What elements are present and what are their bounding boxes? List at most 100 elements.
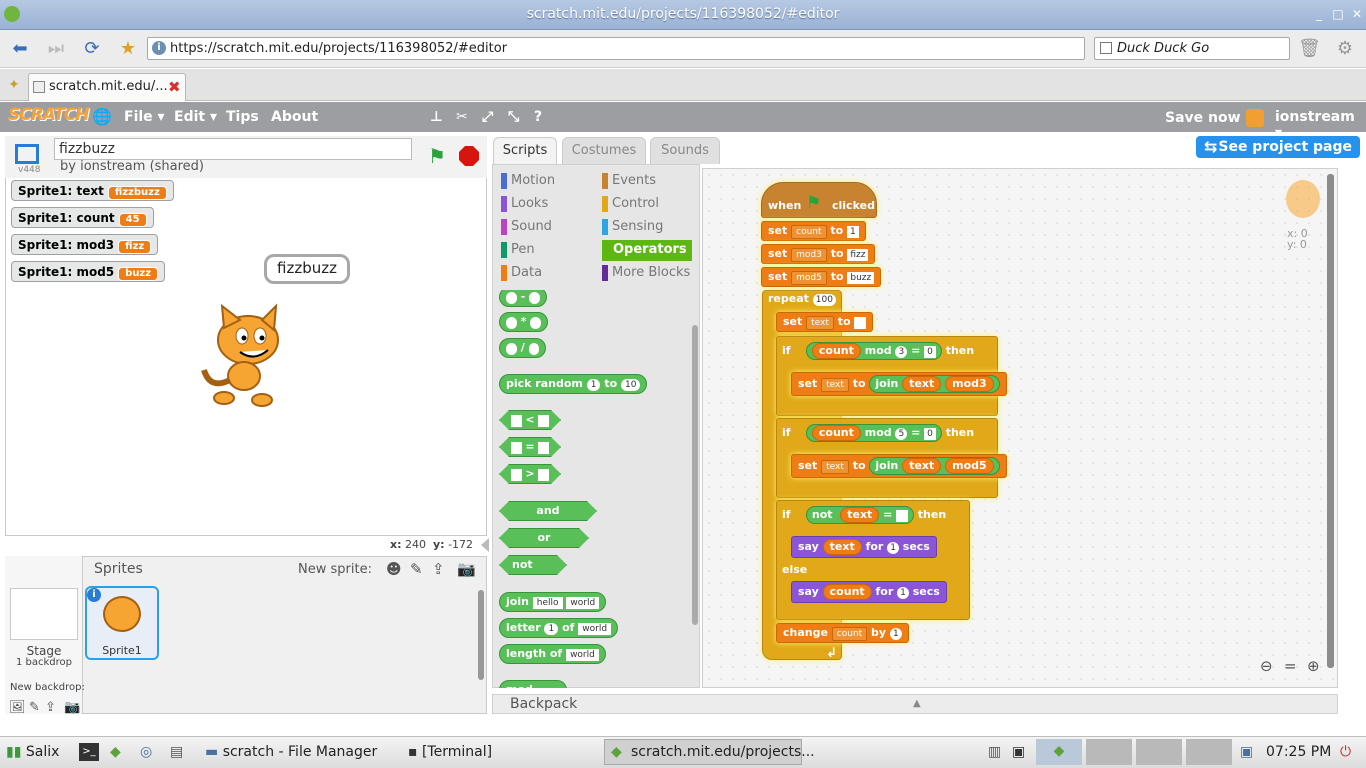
minimize-icon[interactable]: _ [1312,7,1326,21]
fullscreen-icon[interactable] [15,144,39,164]
block-equals[interactable]: = [499,437,561,457]
not-condition[interactable]: not text = [805,506,914,524]
reload-icon[interactable]: ⟳ [81,38,103,60]
grow-tool-icon[interactable]: ⤢ [482,109,493,125]
tab-costumes[interactable]: Costumes [562,137,646,164]
tab-bar-icon[interactable]: ✦ [8,77,20,93]
category-motion[interactable]: Motion [501,171,555,191]
shrink-tool-icon[interactable]: ⤡ [508,109,519,125]
duplicate-tool-icon[interactable]: ⊥ [430,109,443,125]
block-multiply[interactable]: * [499,312,549,332]
block-letter-of[interactable]: letter 1 of world [499,618,619,638]
menu-file[interactable]: File ▾ [124,109,165,125]
browser-tab[interactable]: scratch.mit.edu/... ✖ [28,73,186,101]
menu-about[interactable]: About [271,109,318,125]
taskbar-terminal[interactable]: ▪ [Terminal] [408,740,492,764]
slot[interactable] [538,415,549,427]
block-divide[interactable]: / [499,338,547,358]
say-count-block[interactable]: say count for 1 secs [791,581,947,603]
sprite-thumbnail-sprite1[interactable]: i Sprite1 [85,586,159,660]
clock[interactable]: 07:25 PM [1266,740,1331,764]
script-area-scrollbar[interactable] [1327,174,1334,668]
mod-value[interactable]: 5 [895,428,908,440]
var-dropdown[interactable]: text [821,378,849,392]
slot[interactable] [530,317,542,329]
workspace-1[interactable] [1086,739,1132,765]
zoom-out-icon[interactable]: ⊖ [1260,657,1273,675]
change-count-block[interactable]: change count by 1 [776,623,909,643]
slot[interactable]: 1 [586,379,601,391]
category-looks[interactable]: Looks [501,194,548,214]
tab-close-icon[interactable]: ✖ [168,78,181,96]
browser-launcher-icon[interactable]: ◆ [110,740,121,764]
block-join[interactable]: join hello world [499,592,607,612]
category-operators[interactable]: Operators [602,240,692,261]
category-sensing[interactable]: Sensing [602,217,663,237]
category-pen[interactable]: Pen [501,240,535,260]
draw-backdrop-icon[interactable]: ✎ [29,700,40,715]
category-control[interactable]: Control [602,194,659,214]
set-mod3-block[interactable]: set mod3 to fizz [761,244,876,264]
slot[interactable] [511,415,522,427]
block-pick-random[interactable]: pick random 1 to 10 [499,374,648,394]
palette-scrollbar[interactable] [692,325,698,625]
menu-tips[interactable]: Tips [226,109,259,125]
back-icon[interactable]: ⬅ [9,38,31,60]
stage-thumbnail[interactable] [10,588,78,640]
forward-icon[interactable]: ⏭ [45,38,67,60]
menu-edit[interactable]: Edit ▾ [174,109,217,125]
set-text-join-mod3-block[interactable]: set text to join text mod3 [791,372,1007,396]
equals-condition[interactable]: count mod 5 = 0 [805,424,942,442]
secs-value[interactable]: 1 [897,587,909,599]
web-launcher-icon[interactable]: ◎ [140,740,152,764]
set-count-block[interactable]: set count to 1 [761,221,866,241]
maximize-icon[interactable]: □ [1331,7,1345,21]
scratch-cat-sprite[interactable] [196,300,296,408]
category-sound[interactable]: Sound [501,217,552,237]
equals-condition[interactable]: count mod 3 = 0 [805,342,942,360]
category-data[interactable]: Data [501,263,542,283]
close-icon[interactable]: ✕ [1350,7,1364,21]
value-slot[interactable] [854,317,867,329]
text-reporter[interactable]: text [840,507,880,523]
cut-tool-icon[interactable]: ✂ [456,109,468,125]
compare-value[interactable]: 0 [924,428,936,440]
block-less-than[interactable]: < [499,410,561,430]
tools-icon[interactable]: ⚙ [1334,38,1356,60]
repeat-count[interactable]: 100 [812,294,836,306]
slot[interactable] [506,292,517,304]
secs-value[interactable]: 1 [887,542,899,554]
compare-value[interactable]: 0 [924,346,936,358]
slot[interactable]: world [566,649,599,661]
slot[interactable]: hello [532,597,563,609]
slot[interactable] [506,343,517,355]
tab-scripts[interactable]: Scripts [493,137,557,165]
join-reporter[interactable]: join text mod3 [869,375,1000,393]
var-dropdown[interactable]: mod3 [791,248,827,262]
slot[interactable] [529,292,541,304]
slot[interactable]: world [578,623,612,635]
var-dropdown[interactable]: text [821,460,849,474]
camera-sprite-icon[interactable]: 📷 [457,560,476,578]
trash-icon[interactable]: 🗑 [1298,38,1321,60]
block-greater-than[interactable]: > [499,464,561,484]
block-not[interactable]: not [499,555,567,575]
category-more-blocks[interactable]: More Blocks [602,263,690,283]
see-project-page-button[interactable]: ⇆ See project page [1196,136,1360,158]
monitor-count[interactable]: Sprite1: count 45 [11,207,154,228]
mod5-reporter[interactable]: mod5 [945,458,994,474]
logout-icon[interactable]: ⏻ [1340,740,1351,764]
slot[interactable] [511,469,522,481]
taskbar-browser[interactable]: ◆ scratch.mit.edu/projects... [604,739,815,765]
var-dropdown[interactable]: count [791,225,827,239]
count-reporter[interactable]: count [811,425,861,441]
green-flag-icon[interactable]: ⚑ [428,144,446,168]
tray-app-icon[interactable]: ◆ [1036,739,1082,765]
change-value[interactable]: 1 [889,628,902,640]
say-text-block[interactable]: say text for 1 secs [791,536,937,558]
text-reporter[interactable]: text [902,376,942,392]
help-tool-icon[interactable]: ? [534,109,542,125]
sprite-list-scrollbar[interactable] [478,590,484,680]
paint-sprite-icon[interactable]: ☻ [386,560,402,578]
count-reporter[interactable]: count [811,343,861,359]
